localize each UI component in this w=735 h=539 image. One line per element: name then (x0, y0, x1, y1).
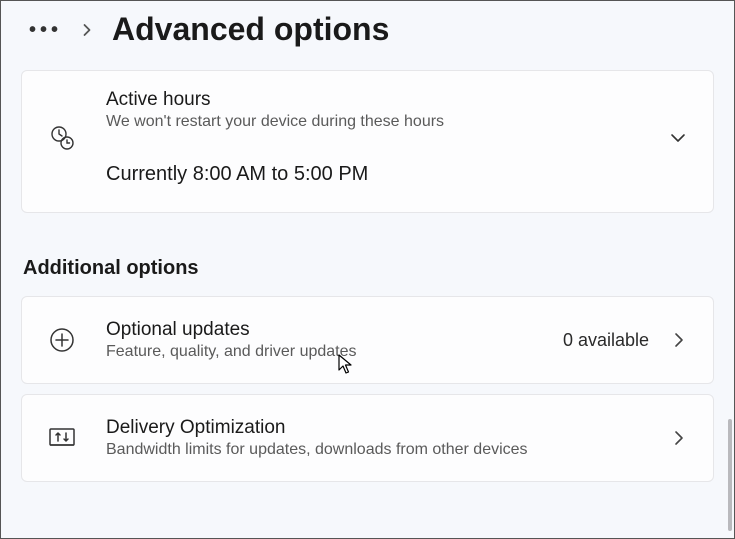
more-icon[interactable]: ••• (29, 20, 62, 40)
delivery-optimization-title: Delivery Optimization (106, 417, 641, 439)
delivery-optimization-subtitle: Bandwidth limits for updates, downloads … (106, 441, 641, 459)
optional-updates-card[interactable]: Optional updates Feature, quality, and d… (21, 296, 714, 384)
optional-updates-count: 0 available (563, 330, 649, 351)
optional-updates-title: Optional updates (106, 319, 533, 341)
delivery-icon (48, 427, 76, 449)
scrollbar[interactable] (728, 419, 732, 531)
active-hours-subtitle: We won't restart your device during thes… (106, 113, 639, 131)
additional-options-heading: Additional options (23, 257, 714, 280)
active-hours-current: Currently 8:00 AM to 5:00 PM (106, 163, 639, 186)
chevron-right-icon (671, 430, 687, 446)
page-title: Advanced options (112, 11, 389, 48)
active-hours-title: Active hours (106, 89, 639, 111)
breadcrumb-chevron-icon (80, 23, 94, 37)
optional-updates-subtitle: Feature, quality, and driver updates (106, 343, 533, 361)
chevron-right-icon (671, 332, 687, 348)
plus-circle-icon (48, 327, 76, 353)
header: ••• Advanced options (21, 1, 714, 56)
delivery-optimization-card[interactable]: Delivery Optimization Bandwidth limits f… (21, 394, 714, 482)
chevron-down-icon (669, 129, 687, 147)
active-hours-card[interactable]: Active hours We won't restart your devic… (21, 70, 714, 213)
active-hours-icon (48, 124, 76, 152)
